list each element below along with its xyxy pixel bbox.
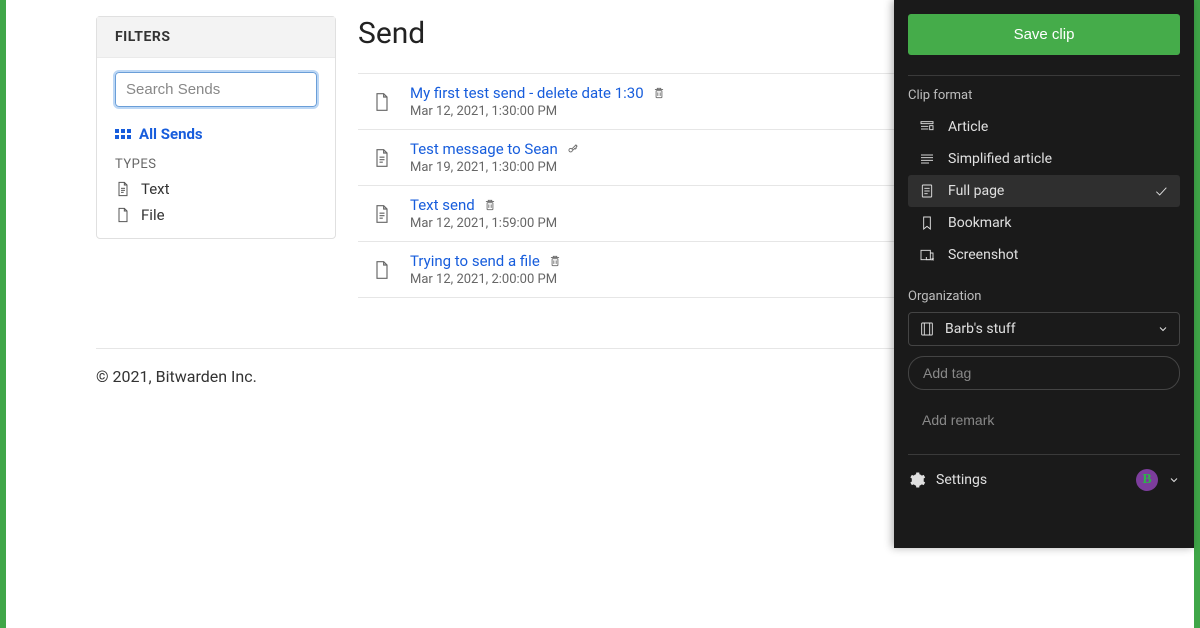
trash-icon <box>483 198 497 212</box>
clip-format-label: Full page <box>948 183 1140 199</box>
clip-format-screenshot[interactable]: Screenshot <box>908 239 1180 271</box>
trash-icon <box>652 86 666 100</box>
chevron-down-icon <box>1157 323 1169 335</box>
clip-format-label: Clip format <box>908 88 1180 103</box>
chevron-down-icon[interactable] <box>1168 474 1180 486</box>
page-icon <box>918 183 936 199</box>
add-remark-input[interactable] <box>908 404 1180 436</box>
grid-icon <box>115 129 131 139</box>
book-icon <box>919 321 935 337</box>
search-input[interactable] <box>115 72 317 107</box>
all-sends-label: All Sends <box>139 125 203 143</box>
send-date: Mar 12, 2021, 2:00:00 PM <box>410 272 562 287</box>
type-item-text[interactable]: Text <box>115 180 317 198</box>
check-icon <box>1152 183 1170 199</box>
types-label: TYPES <box>115 157 317 172</box>
all-sends-link[interactable]: All Sends <box>115 125 317 143</box>
clip-format-article[interactable]: Article <box>908 111 1180 143</box>
send-date: Mar 19, 2021, 1:30:00 PM <box>410 160 580 175</box>
add-tag-input[interactable] <box>908 356 1180 390</box>
type-label: File <box>141 206 165 224</box>
lines-icon <box>918 151 936 167</box>
clip-format-bookmark[interactable]: Bookmark <box>908 207 1180 239</box>
bookmark-icon <box>918 215 936 231</box>
clipper-panel: Save clip Clip format Article Simplified … <box>894 0 1194 548</box>
clip-format-label: Article <box>948 119 1170 135</box>
key-icon <box>566 142 580 156</box>
send-link[interactable]: Text send <box>410 196 475 214</box>
filters-header: FILTERS <box>97 17 335 58</box>
trash-icon <box>548 254 562 268</box>
file-icon <box>372 91 392 113</box>
gear-icon <box>908 471 926 489</box>
clip-format-label: Screenshot <box>948 247 1170 263</box>
file-icon <box>115 207 131 223</box>
filters-panel: FILTERS All Sends TYPES Text File <box>96 16 336 239</box>
divider <box>908 75 1180 76</box>
send-date: Mar 12, 2021, 1:59:00 PM <box>410 216 557 231</box>
type-item-file[interactable]: File <box>115 206 317 224</box>
clip-format-simplified-article[interactable]: Simplified article <box>908 143 1180 175</box>
screenshot-icon <box>918 247 936 263</box>
settings-link[interactable]: Settings <box>936 472 1126 488</box>
send-date: Mar 12, 2021, 1:30:00 PM <box>410 104 666 119</box>
avatar[interactable]: B <box>1136 469 1158 491</box>
organization-label: Organization <box>908 289 1180 304</box>
text-icon <box>115 181 131 197</box>
send-link[interactable]: Trying to send a file <box>410 252 540 270</box>
file-icon <box>372 259 392 281</box>
send-link[interactable]: Test message to Sean <box>410 140 558 158</box>
organization-select[interactable]: Barb's stuff <box>908 312 1180 346</box>
clip-format-label: Simplified article <box>948 151 1170 167</box>
type-label: Text <box>141 180 170 198</box>
clip-format-full-page[interactable]: Full page <box>908 175 1180 207</box>
article-icon <box>918 119 936 135</box>
text-icon <box>372 147 392 169</box>
text-icon <box>372 203 392 225</box>
organization-value: Barb's stuff <box>945 321 1147 337</box>
clip-format-label: Bookmark <box>948 215 1170 231</box>
save-clip-button[interactable]: Save clip <box>908 14 1180 55</box>
copyright-text: © 2021, Bitwarden Inc. <box>96 367 257 386</box>
send-link[interactable]: My first test send - delete date 1:30 <box>410 84 644 102</box>
